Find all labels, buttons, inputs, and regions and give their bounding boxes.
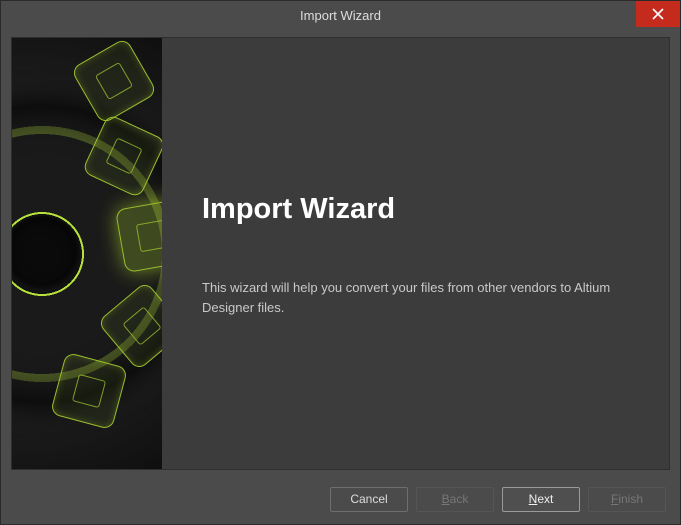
dial-segment bbox=[81, 113, 162, 198]
back-button: Back bbox=[416, 487, 494, 512]
window-title: Import Wizard bbox=[300, 8, 381, 23]
finish-button: Finish bbox=[588, 487, 666, 512]
dial-segment bbox=[97, 280, 162, 370]
dial-segment-active bbox=[115, 198, 162, 272]
wizard-text-area: Import Wizard This wizard will help you … bbox=[162, 38, 669, 469]
cancel-button[interactable]: Cancel bbox=[330, 487, 408, 512]
button-row: Cancel Back Next Finish bbox=[1, 474, 680, 524]
import-wizard-window: Import Wizard Import Wizard This wizard … bbox=[0, 0, 681, 525]
cancel-label: Cancel bbox=[350, 492, 387, 506]
page-heading: Import Wizard bbox=[202, 193, 633, 226]
back-label: Back bbox=[442, 492, 469, 506]
close-button[interactable] bbox=[636, 1, 680, 27]
next-label: Next bbox=[529, 492, 554, 506]
page-body-text: This wizard will help you convert your f… bbox=[202, 278, 633, 317]
close-icon bbox=[652, 8, 664, 20]
dial-segment bbox=[70, 38, 157, 124]
titlebar: Import Wizard bbox=[1, 1, 680, 29]
content-frame: Import Wizard This wizard will help you … bbox=[11, 37, 670, 470]
dial-segment bbox=[50, 351, 128, 429]
sync-icon bbox=[25, 237, 59, 271]
dial-graphic bbox=[12, 104, 162, 404]
finish-label: Finish bbox=[611, 492, 643, 506]
wizard-hero-image bbox=[12, 38, 162, 469]
next-button[interactable]: Next bbox=[502, 487, 580, 512]
